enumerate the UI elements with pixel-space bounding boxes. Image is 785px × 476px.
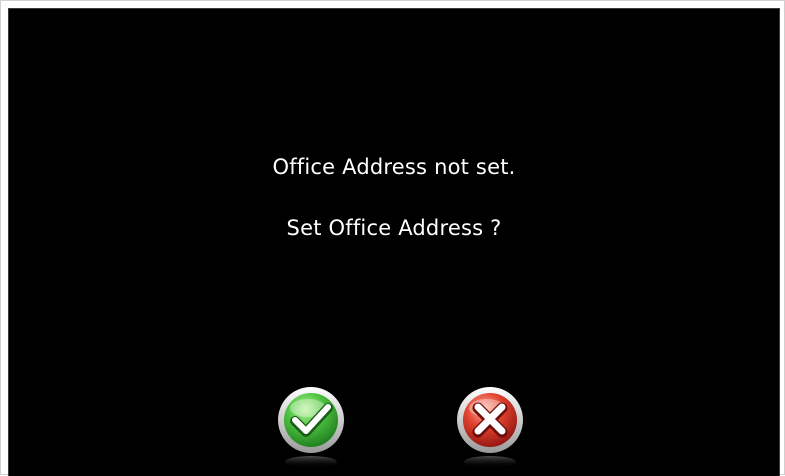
window-frame: Office Address not set. Set Office Addre… xyxy=(0,0,785,476)
checkmark-icon xyxy=(278,387,344,468)
dialog-message-line-1: Office Address not set. xyxy=(272,155,516,179)
dialog-message-line-2: Set Office Address ? xyxy=(286,216,502,240)
close-icon xyxy=(457,387,523,468)
cancel-button[interactable] xyxy=(454,386,526,470)
dialog-screen: Office Address not set. Set Office Addre… xyxy=(8,8,780,476)
confirm-button[interactable] xyxy=(275,386,347,470)
